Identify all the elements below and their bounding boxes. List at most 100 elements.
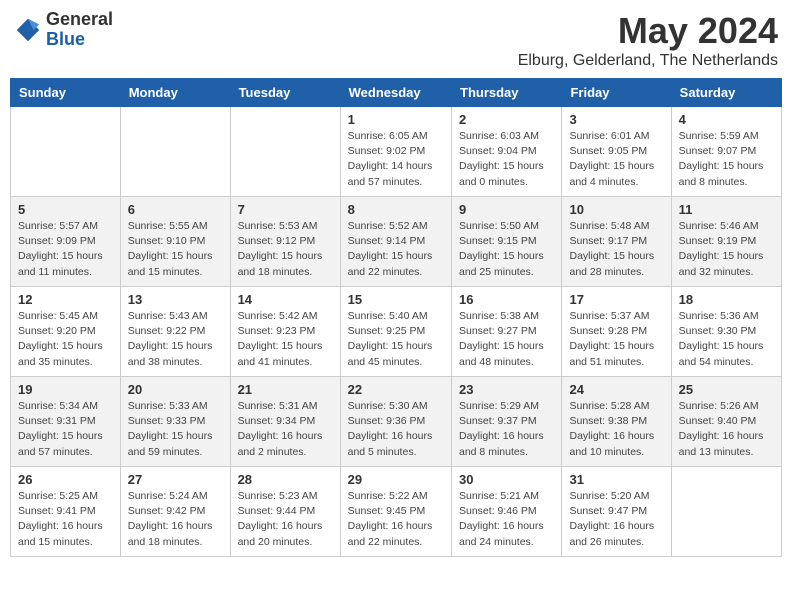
- day-number: 3: [569, 112, 663, 127]
- day-number: 2: [459, 112, 554, 127]
- day-number: 28: [238, 472, 333, 487]
- day-info: Sunrise: 5:24 AM Sunset: 9:42 PM Dayligh…: [128, 489, 223, 550]
- calendar-cell: 27Sunrise: 5:24 AM Sunset: 9:42 PM Dayli…: [120, 467, 230, 557]
- col-header-friday: Friday: [562, 79, 671, 107]
- calendar-cell: 11 Sunrise: 5:46 AM Sunset: 9:19 PM Dayli…: [671, 197, 781, 287]
- day-info: Sunrise: 6:03 AM Sunset: 9:04 PM Dayligh…: [459, 129, 554, 190]
- logo-blue: Blue: [46, 30, 113, 50]
- day-info: Sunrise: 5:29 AM Sunset: 9:37 PM Dayligh…: [459, 399, 554, 460]
- calendar-cell: [11, 107, 121, 197]
- calendar-cell: 7Sunrise: 5:53 AM Sunset: 9:12 PM Daylig…: [230, 197, 340, 287]
- month-title: May 2024: [518, 10, 778, 52]
- calendar-week-row: 12 Sunrise: 5:45 AM Sunset: 9:20 PM Dayli…: [11, 287, 782, 377]
- calendar-cell: 24Sunrise: 5:28 AM Sunset: 9:38 PM Dayli…: [562, 377, 671, 467]
- calendar-cell: 20 Sunrise: 5:33 AM Sunset: 9:33 PM Dayli…: [120, 377, 230, 467]
- calendar-cell: 31 Sunrise: 5:20 AM Sunset: 9:47 PM Dayli…: [562, 467, 671, 557]
- day-info: Sunrise: 5:38 AM Sunset: 9:27 PM Dayligh…: [459, 309, 554, 370]
- day-number: 4: [679, 112, 774, 127]
- calendar-cell: 22 Sunrise: 5:30 AM Sunset: 9:36 PM Dayli…: [340, 377, 451, 467]
- day-number: 7: [238, 202, 333, 217]
- day-info: Sunrise: 5:33 AM Sunset: 9:33 PM Dayligh…: [128, 399, 223, 460]
- day-info: Sunrise: 5:48 AM Sunset: 9:17 PM Dayligh…: [569, 219, 663, 280]
- day-info: Sunrise: 5:42 AM Sunset: 9:23 PM Dayligh…: [238, 309, 333, 370]
- calendar-cell: [120, 107, 230, 197]
- day-info: Sunrise: 5:52 AM Sunset: 9:14 PM Dayligh…: [348, 219, 444, 280]
- day-number: 8: [348, 202, 444, 217]
- calendar-cell: 8 Sunrise: 5:52 AM Sunset: 9:14 PM Daylig…: [340, 197, 451, 287]
- col-header-tuesday: Tuesday: [230, 79, 340, 107]
- day-info: Sunrise: 5:22 AM Sunset: 9:45 PM Dayligh…: [348, 489, 444, 550]
- calendar-cell: 17Sunrise: 5:37 AM Sunset: 9:28 PM Dayli…: [562, 287, 671, 377]
- day-number: 15: [348, 292, 444, 307]
- calendar-week-row: 5 Sunrise: 5:57 AM Sunset: 9:09 PM Daylig…: [11, 197, 782, 287]
- day-info: Sunrise: 5:55 AM Sunset: 9:10 PM Dayligh…: [128, 219, 223, 280]
- logo: General Blue: [14, 10, 113, 50]
- calendar-cell: 28 Sunrise: 5:23 AM Sunset: 9:44 PM Dayli…: [230, 467, 340, 557]
- calendar-cell: 26Sunrise: 5:25 AM Sunset: 9:41 PM Dayli…: [11, 467, 121, 557]
- day-number: 14: [238, 292, 333, 307]
- col-header-wednesday: Wednesday: [340, 79, 451, 107]
- day-info: Sunrise: 5:36 AM Sunset: 9:30 PM Dayligh…: [679, 309, 774, 370]
- day-number: 20: [128, 382, 223, 397]
- calendar-cell: 29 Sunrise: 5:22 AM Sunset: 9:45 PM Dayli…: [340, 467, 451, 557]
- calendar-cell: 4 Sunrise: 5:59 AM Sunset: 9:07 PM Daylig…: [671, 107, 781, 197]
- day-number: 12: [18, 292, 113, 307]
- day-info: Sunrise: 5:28 AM Sunset: 9:38 PM Dayligh…: [569, 399, 663, 460]
- day-number: 6: [128, 202, 223, 217]
- day-info: Sunrise: 6:01 AM Sunset: 9:05 PM Dayligh…: [569, 129, 663, 190]
- calendar-cell: 6 Sunrise: 5:55 AM Sunset: 9:10 PM Daylig…: [120, 197, 230, 287]
- day-info: Sunrise: 5:59 AM Sunset: 9:07 PM Dayligh…: [679, 129, 774, 190]
- calendar-week-row: 26Sunrise: 5:25 AM Sunset: 9:41 PM Dayli…: [11, 467, 782, 557]
- day-number: 31: [569, 472, 663, 487]
- calendar-cell: 2 Sunrise: 6:03 AM Sunset: 9:04 PM Daylig…: [452, 107, 562, 197]
- calendar-cell: 3 Sunrise: 6:01 AM Sunset: 9:05 PM Daylig…: [562, 107, 671, 197]
- day-number: 29: [348, 472, 444, 487]
- calendar-cell: 5 Sunrise: 5:57 AM Sunset: 9:09 PM Daylig…: [11, 197, 121, 287]
- logo-icon: [14, 16, 42, 44]
- calendar-header-row: SundayMondayTuesdayWednesdayThursdayFrid…: [11, 79, 782, 107]
- calendar-cell: 13Sunrise: 5:43 AM Sunset: 9:22 PM Dayli…: [120, 287, 230, 377]
- day-info: Sunrise: 5:57 AM Sunset: 9:09 PM Dayligh…: [18, 219, 113, 280]
- day-info: Sunrise: 6:05 AM Sunset: 9:02 PM Dayligh…: [348, 129, 444, 190]
- calendar-cell: [671, 467, 781, 557]
- day-number: 11: [679, 202, 774, 217]
- day-number: 21: [238, 382, 333, 397]
- calendar-cell: 23 Sunrise: 5:29 AM Sunset: 9:37 PM Dayli…: [452, 377, 562, 467]
- calendar-cell: 16 Sunrise: 5:38 AM Sunset: 9:27 PM Dayli…: [452, 287, 562, 377]
- calendar-table: SundayMondayTuesdayWednesdayThursdayFrid…: [10, 78, 782, 557]
- calendar-cell: 1 Sunrise: 6:05 AM Sunset: 9:02 PM Daylig…: [340, 107, 451, 197]
- col-header-sunday: Sunday: [11, 79, 121, 107]
- day-number: 17: [569, 292, 663, 307]
- day-info: Sunrise: 5:31 AM Sunset: 9:34 PM Dayligh…: [238, 399, 333, 460]
- day-number: 25: [679, 382, 774, 397]
- day-info: Sunrise: 5:34 AM Sunset: 9:31 PM Dayligh…: [18, 399, 113, 460]
- calendar-cell: 25Sunrise: 5:26 AM Sunset: 9:40 PM Dayli…: [671, 377, 781, 467]
- day-number: 26: [18, 472, 113, 487]
- calendar-cell: 30Sunrise: 5:21 AM Sunset: 9:46 PM Dayli…: [452, 467, 562, 557]
- day-info: Sunrise: 5:23 AM Sunset: 9:44 PM Dayligh…: [238, 489, 333, 550]
- calendar-cell: 10Sunrise: 5:48 AM Sunset: 9:17 PM Dayli…: [562, 197, 671, 287]
- day-number: 16: [459, 292, 554, 307]
- calendar-cell: 9Sunrise: 5:50 AM Sunset: 9:15 PM Daylig…: [452, 197, 562, 287]
- day-info: Sunrise: 5:20 AM Sunset: 9:47 PM Dayligh…: [569, 489, 663, 550]
- calendar-cell: 18 Sunrise: 5:36 AM Sunset: 9:30 PM Dayli…: [671, 287, 781, 377]
- day-info: Sunrise: 5:21 AM Sunset: 9:46 PM Dayligh…: [459, 489, 554, 550]
- day-number: 5: [18, 202, 113, 217]
- day-number: 23: [459, 382, 554, 397]
- day-info: Sunrise: 5:40 AM Sunset: 9:25 PM Dayligh…: [348, 309, 444, 370]
- title-block: May 2024 Elburg, Gelderland, The Netherl…: [518, 10, 778, 70]
- calendar-cell: 21 Sunrise: 5:31 AM Sunset: 9:34 PM Dayli…: [230, 377, 340, 467]
- day-number: 22: [348, 382, 444, 397]
- day-info: Sunrise: 5:45 AM Sunset: 9:20 PM Dayligh…: [18, 309, 113, 370]
- calendar-cell: 14 Sunrise: 5:42 AM Sunset: 9:23 PM Dayli…: [230, 287, 340, 377]
- calendar-week-row: 19 Sunrise: 5:34 AM Sunset: 9:31 PM Dayli…: [11, 377, 782, 467]
- day-number: 1: [348, 112, 444, 127]
- day-number: 18: [679, 292, 774, 307]
- day-info: Sunrise: 5:30 AM Sunset: 9:36 PM Dayligh…: [348, 399, 444, 460]
- day-number: 19: [18, 382, 113, 397]
- col-header-saturday: Saturday: [671, 79, 781, 107]
- col-header-thursday: Thursday: [452, 79, 562, 107]
- day-info: Sunrise: 5:46 AM Sunset: 9:19 PM Dayligh…: [679, 219, 774, 280]
- day-info: Sunrise: 5:50 AM Sunset: 9:15 PM Dayligh…: [459, 219, 554, 280]
- col-header-monday: Monday: [120, 79, 230, 107]
